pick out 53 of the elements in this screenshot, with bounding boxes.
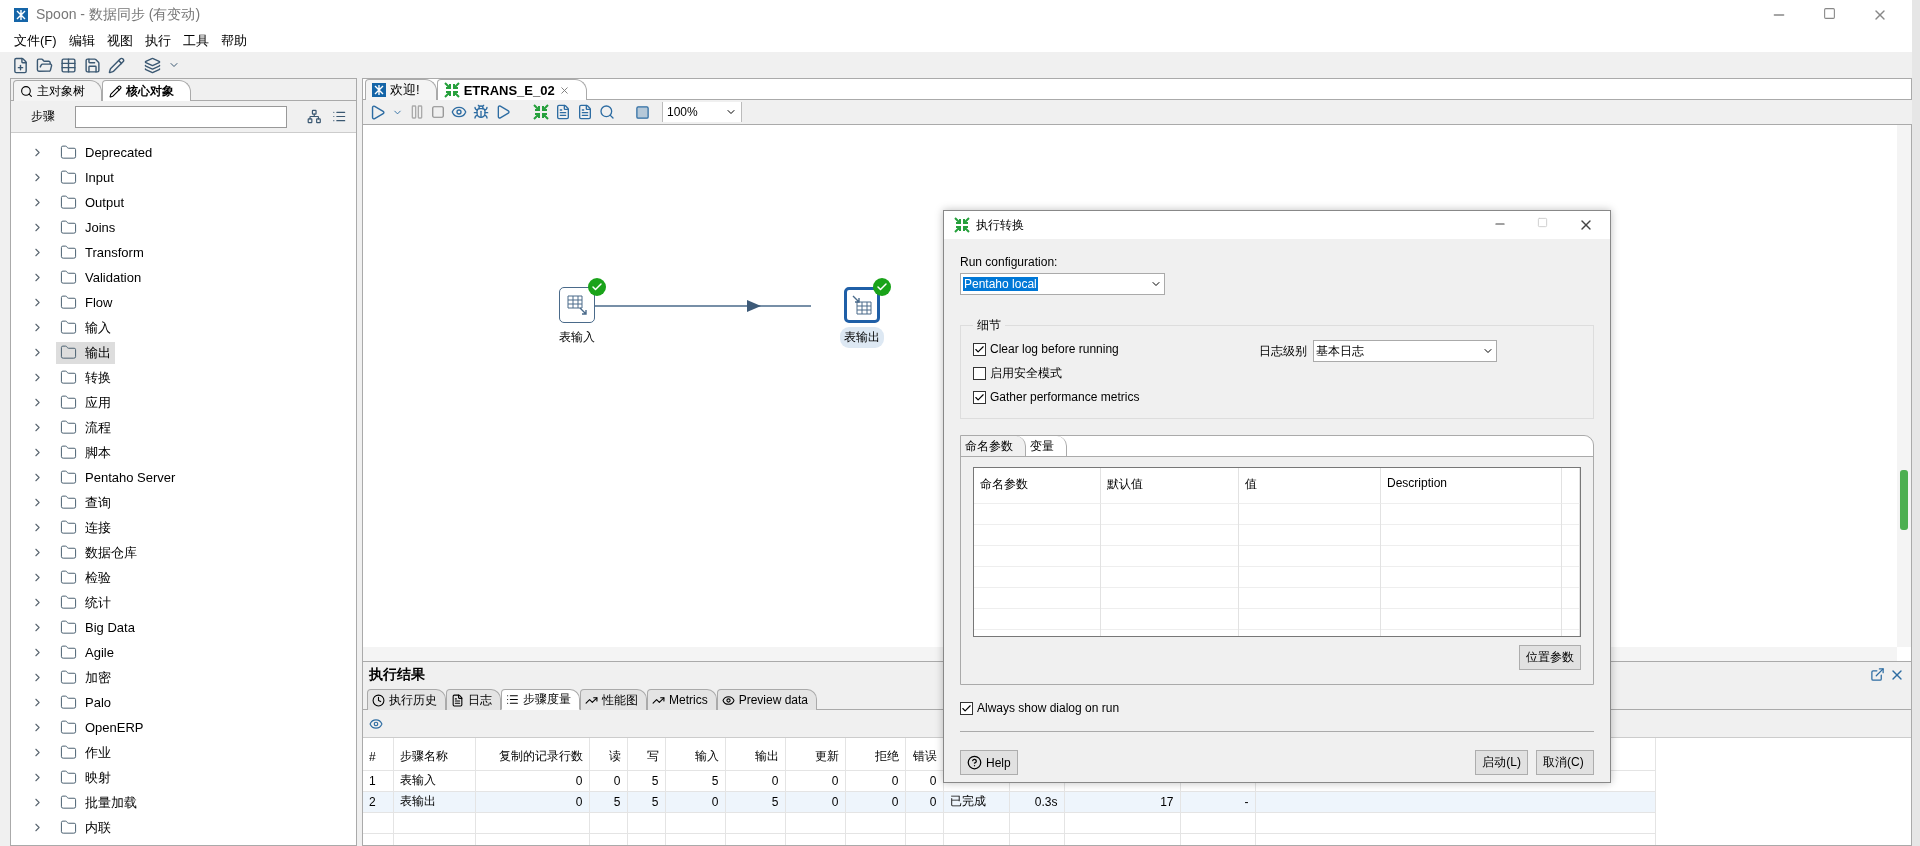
tree-label: Flow [85,295,113,310]
tree-label: 映射 [85,768,111,787]
tree-label: 批量加载 [85,793,137,812]
tree-label: Transform [85,245,144,260]
tree-label: 作业 [85,743,111,762]
tree-label: 检验 [85,568,111,587]
tree-label: Input [85,170,114,185]
tree-label: 输入 [85,318,111,337]
tree-label: Palo [85,695,112,710]
tab-label: 核心对象 [126,82,174,100]
tab-label: Preview data [738,693,809,707]
window-title: Spoon - 数据同步 (有变动) [36,6,202,24]
tree-label: 输出 [85,343,111,362]
step-label: 表输出 [840,327,884,348]
tree-label: Agile [85,645,114,660]
table-cell: 2 [363,791,393,812]
checkbox-label: 启用安全模式 [990,364,1062,382]
tree-label: 流程 [85,418,111,437]
tab-label: Metrics [669,693,708,707]
checkbox-label: Gather performance metrics [990,390,1140,404]
checkbox-label: Always show dialog on run [977,701,1120,715]
dialog-title: 执行转换 [976,216,1025,234]
tree-label: 统计 [85,593,111,612]
field-label: 日志级别 [1259,342,1307,360]
tree-label: Deprecated [85,145,153,160]
tab-label: ETRANS_E_02 [463,82,555,98]
tab-label: 执行历史 [389,691,437,709]
tree-label: Validation [85,270,142,285]
tab-label: 性能图 [602,691,638,709]
group-title: 细节 [976,317,1002,334]
tree-label: 脚本 [85,443,111,462]
tree-label: OpenERP [85,720,144,735]
tab-label: 欢迎! [390,81,420,99]
step-label: 表输入 [558,329,596,346]
table-cell: 1 [363,770,393,791]
tab-label: 步骤度量 [523,691,571,708]
tree-label: Joins [85,220,116,235]
tree-label: Output [85,195,125,210]
field-label: Run configuration: [960,255,1059,269]
tree-label: 连接 [85,518,111,537]
results-title: 执行结果 [369,666,425,684]
tree-label: Pentaho Server [85,470,176,485]
tree-label: 转换 [85,368,111,387]
tab-label: 主对象树 [37,82,85,100]
tab-label: 日志 [468,691,492,709]
tree-label: 数据仓库 [85,543,137,562]
tree-label: 应用 [85,393,111,412]
tree-label: 加密 [85,668,111,687]
tree-label: 查询 [85,493,111,512]
tree-label: Big Data [85,620,135,635]
search-label: 步骤 [31,108,56,125]
checkbox-label: Clear log before running [990,342,1119,356]
tree-label: 内联 [85,818,111,837]
